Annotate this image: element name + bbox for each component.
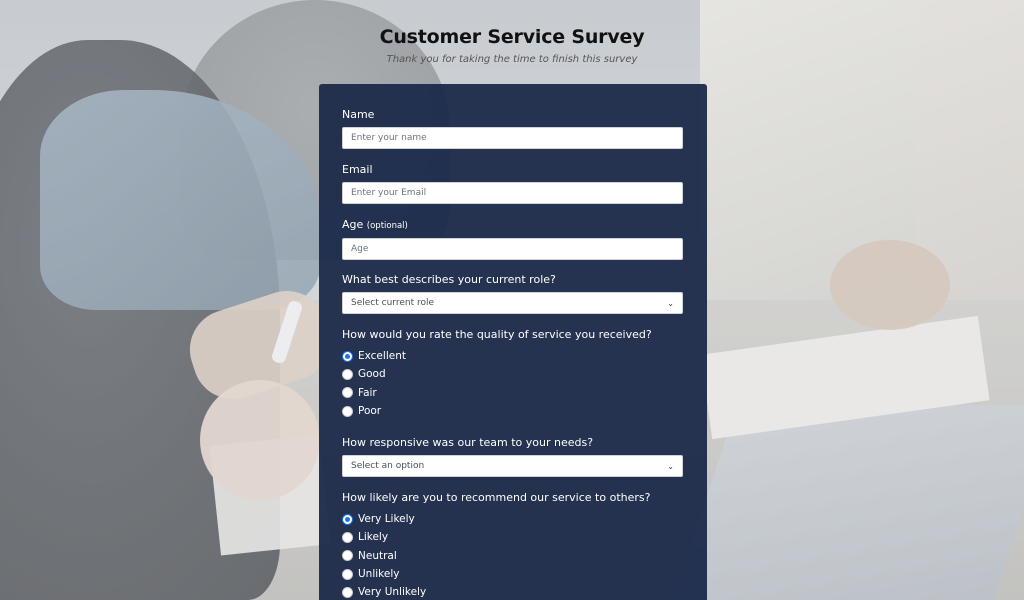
recommend-radio-group: Very Likely Likely Neutral Unlikely Very… <box>342 510 650 600</box>
recommend-label: How likely are you to recommend our serv… <box>342 491 651 504</box>
recommend-option-label: Unlikely <box>358 568 400 581</box>
radio-button[interactable] <box>342 350 353 362</box>
recommend-option-unlikely[interactable]: Unlikely <box>342 565 650 583</box>
recommend-option-very-likely[interactable]: Very Likely <box>342 510 650 528</box>
rating-option-excellent[interactable]: Excellent <box>342 347 652 365</box>
radio-button[interactable] <box>342 531 353 543</box>
role-field: What best describes your current role? S… <box>342 273 683 314</box>
recommend-option-very-unlikely[interactable]: Very Unlikely <box>342 583 650 600</box>
role-label: What best describes your current role? <box>342 273 556 286</box>
role-select[interactable]: Select current role ⌄ <box>342 292 683 314</box>
name-input[interactable]: Enter your name <box>342 127 683 149</box>
responsiveness-select[interactable]: Select an option ⌄ <box>342 455 683 477</box>
rating-option-good[interactable]: Good <box>342 365 652 383</box>
radio-button[interactable] <box>342 387 353 399</box>
role-select-value: Select current role <box>351 298 434 308</box>
radio-button[interactable] <box>342 405 353 417</box>
age-optional-note: (optional) <box>366 221 408 231</box>
rating-option-fair[interactable]: Fair <box>342 384 652 402</box>
responsiveness-select-value: Select an option <box>351 461 425 471</box>
radio-button[interactable] <box>342 586 353 598</box>
chevron-down-icon: ⌄ <box>667 298 674 308</box>
rating-field: How would you rate the quality of servic… <box>342 328 652 420</box>
radio-button[interactable] <box>342 568 353 580</box>
recommend-option-likely[interactable]: Likely <box>342 528 650 546</box>
rating-option-poor[interactable]: Poor <box>342 402 652 420</box>
recommend-option-label: Very Likely <box>358 513 415 526</box>
page-subtitle: Thank you for taking the time to finish … <box>386 54 638 65</box>
rating-option-label: Fair <box>358 386 377 399</box>
age-placeholder: Age <box>351 244 369 254</box>
rating-option-label: Poor <box>358 405 382 418</box>
rating-option-label: Good <box>358 368 386 381</box>
radio-button[interactable] <box>342 513 353 525</box>
recommend-field: How likely are you to recommend our serv… <box>342 491 650 600</box>
responsiveness-label: How responsive was our team to your need… <box>342 436 594 449</box>
email-label: Email <box>342 163 373 176</box>
name-placeholder: Enter your name <box>351 133 427 143</box>
rating-option-label: Excellent <box>358 350 406 363</box>
responsiveness-field: How responsive was our team to your need… <box>342 436 683 477</box>
name-field: Name Enter your name <box>342 108 683 149</box>
name-label: Name <box>342 108 375 121</box>
radio-button[interactable] <box>342 368 353 380</box>
age-field: Age (optional) Age <box>342 218 683 260</box>
recommend-option-label: Likely <box>358 531 389 544</box>
rating-label: How would you rate the quality of servic… <box>342 328 652 341</box>
age-input[interactable]: Age <box>342 238 683 260</box>
page-title: Customer Service Survey <box>379 26 645 48</box>
survey-form: Name Enter your name Email Enter your Em… <box>319 84 707 600</box>
email-placeholder: Enter your Email <box>351 188 427 198</box>
email-field: Email Enter your Email <box>342 163 683 204</box>
age-label: Age (optional) <box>342 218 683 233</box>
age-label-text: Age <box>342 218 364 231</box>
survey-header: Customer Service Survey Thank you for ta… <box>0 26 1024 65</box>
recommend-option-label: Very Unlikely <box>358 586 427 599</box>
chevron-down-icon: ⌄ <box>667 461 674 471</box>
email-input[interactable]: Enter your Email <box>342 182 683 204</box>
rating-radio-group: Excellent Good Fair Poor <box>342 347 652 420</box>
radio-button[interactable] <box>342 550 353 562</box>
recommend-option-neutral[interactable]: Neutral <box>342 547 650 565</box>
recommend-option-label: Neutral <box>358 549 397 562</box>
